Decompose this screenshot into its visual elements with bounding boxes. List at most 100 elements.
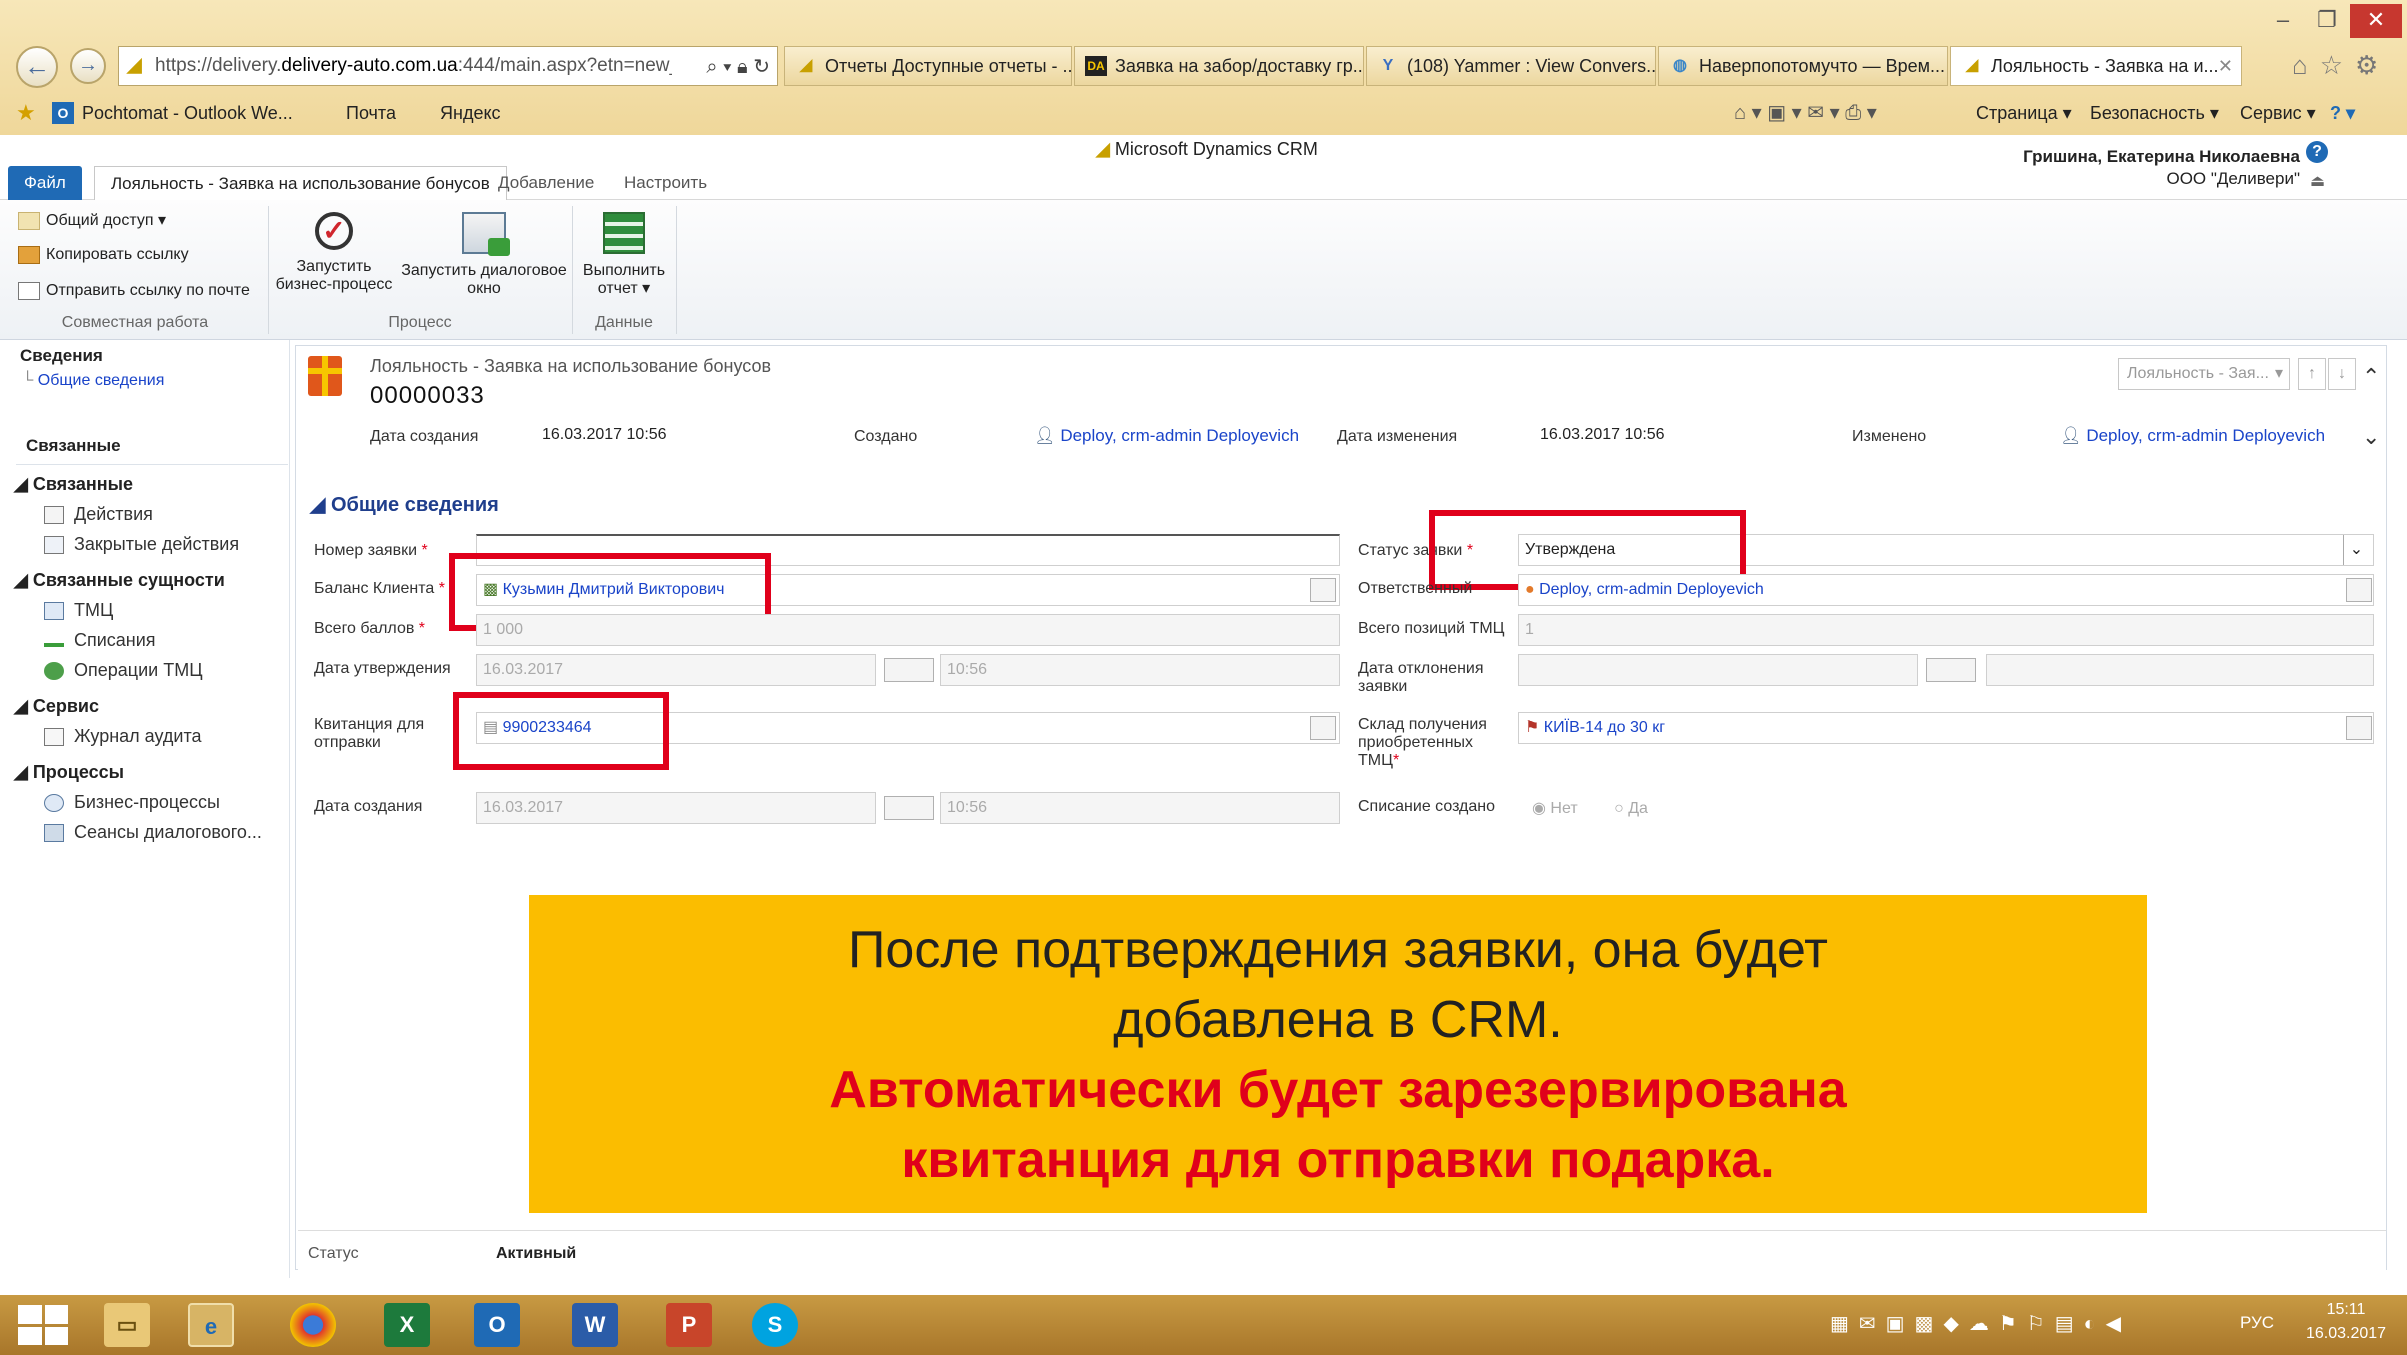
forward-icon[interactable]: →: [70, 48, 106, 84]
collapse-header-icon[interactable]: ⌃: [2362, 364, 2380, 390]
language-indicator[interactable]: РУС: [2240, 1313, 2274, 1333]
user-icon: 👤︎: [2060, 426, 2087, 445]
help-icon[interactable]: ? ▾: [2330, 92, 2355, 134]
tray-icons[interactable]: ▦✉▣▩◆☁⚑⚐▤◐◀: [1830, 1311, 2131, 1336]
crm-icon: ◢: [799, 57, 813, 74]
tab-file[interactable]: Файл: [8, 166, 82, 200]
nav-section-service[interactable]: ◢ Сервис: [14, 696, 99, 717]
radio-no[interactable]: ◉ Нет: [1532, 800, 1578, 817]
gear-icon[interactable]: ⚙: [2355, 50, 2390, 80]
nav-general[interactable]: └ Общие сведения: [22, 372, 164, 390]
ie-icon[interactable]: e: [188, 1303, 234, 1347]
tools-menu[interactable]: Сервис ▾: [2240, 92, 2316, 134]
browser-tab[interactable]: Y (108) Yammer : View Convers...: [1366, 46, 1656, 86]
run-business-process-button[interactable]: ✓ Запустить бизнес-процесс: [272, 212, 396, 294]
tab-insert[interactable]: Добавление: [482, 166, 610, 200]
radio-yes[interactable]: ○ Да: [1614, 800, 1648, 817]
expand-header-icon[interactable]: ⌄: [2362, 424, 2380, 450]
nav-item-closed-activities[interactable]: Закрытые действия: [44, 534, 239, 555]
star-icon[interactable]: ☆: [2320, 50, 2355, 80]
share-button[interactable]: Общий доступ ▾: [18, 210, 166, 230]
modified-by-link[interactable]: 👤︎ Deploy, crm-admin Deployevich: [2060, 426, 2325, 446]
globe-icon: ◍: [1673, 57, 1687, 74]
home-icon[interactable]: ⌂: [2292, 50, 2320, 80]
activities-icon: [44, 506, 64, 525]
refresh-icon[interactable]: ↻: [753, 56, 770, 78]
run-dialog-button[interactable]: Запустить диалоговое окно: [400, 212, 568, 298]
nav-item-dialog-sessions[interactable]: Сеансы диалогового...: [44, 822, 262, 843]
browser-chrome: – ❐ ✕ ← → ◢ https://delivery.delivery-au…: [0, 0, 2407, 135]
gift-icon: [308, 356, 342, 396]
lookup-icon[interactable]: [1310, 716, 1336, 740]
powerpoint-icon[interactable]: P: [666, 1303, 712, 1347]
explorer-icon[interactable]: ▭: [104, 1303, 150, 1347]
created-date-field: 16.03.2017: [476, 792, 876, 824]
entity-name: Лояльность - Заявка на использование бон…: [370, 356, 772, 376]
nav-item-tmc[interactable]: ТМЦ: [44, 600, 113, 621]
tab-customize[interactable]: Настроить: [608, 166, 723, 200]
points-label: Всего баллов *: [314, 620, 426, 637]
group-collaborate: Совместная работа: [61, 314, 209, 331]
taskbar: ▭ e X O W P S ▦✉▣▩◆☁⚑⚐▤◐◀ РУС 15:11 16.0…: [0, 1295, 2407, 1355]
created-on-label: Дата создания: [370, 428, 479, 445]
nav-section-related[interactable]: ◢ Связанные: [14, 474, 133, 495]
close-window-icon[interactable]: ✕: [2350, 4, 2402, 38]
search-icon[interactable]: ⌕: [706, 56, 717, 78]
copy-link-icon: [18, 246, 40, 264]
nav-item-audit[interactable]: Журнал аудита: [44, 726, 202, 747]
lookup-icon[interactable]: [2346, 578, 2372, 602]
owner-field[interactable]: ● Deploy, crm-admin Deployevich: [1518, 574, 2374, 606]
favorite-link[interactable]: Яндекс: [440, 92, 501, 134]
restore-icon[interactable]: ❐: [2306, 4, 2348, 38]
tab-close-icon[interactable]: ✕: [2218, 47, 2233, 85]
nav-item-business-processes[interactable]: Бизнес-процессы: [44, 792, 220, 813]
operations-icon: [44, 662, 64, 681]
skype-icon[interactable]: S: [752, 1303, 798, 1347]
nav-item-activities[interactable]: Действия: [44, 504, 153, 525]
browser-tab-active[interactable]: ◢ Лояльность - Заявка на и... ✕: [1950, 46, 2242, 86]
page-menu[interactable]: Страница ▾: [1976, 92, 2072, 134]
eject-icon[interactable]: ⏏: [2310, 171, 2325, 191]
group-data: Данные: [595, 314, 653, 331]
nav-item-tmc-operations[interactable]: Операции ТМЦ: [44, 660, 203, 681]
warehouse-field[interactable]: ⚑ КИЇВ-14 до 30 кг: [1518, 712, 2374, 744]
copy-link-button[interactable]: Копировать ссылку: [18, 246, 189, 264]
minimize-icon[interactable]: –: [2262, 4, 2304, 38]
outlook-icon[interactable]: O: [474, 1303, 520, 1347]
favorite-link[interactable]: Pochtomat - Outlook We...: [82, 92, 293, 134]
clock-time[interactable]: 15:11: [2296, 1301, 2396, 1319]
next-record-icon[interactable]: ↓: [2328, 358, 2356, 390]
status-bar-value: Активный: [496, 1245, 577, 1262]
tab-loyalty[interactable]: Лояльность - Заявка на использование бон…: [94, 166, 507, 200]
user-icon: ●: [1525, 581, 1540, 598]
run-report-button[interactable]: Выполнить отчет ▾: [578, 212, 670, 298]
crm-logo-icon: ◢: [1096, 139, 1115, 159]
nav-section-processes[interactable]: ◢ Процессы: [14, 762, 124, 783]
lookup-icon[interactable]: [1310, 578, 1336, 602]
start-icon[interactable]: [18, 1305, 68, 1345]
nav-item-writeoffs[interactable]: Списания: [44, 630, 156, 651]
email-link-button[interactable]: Отправить ссылку по почте: [18, 282, 250, 300]
back-icon[interactable]: ←: [16, 46, 58, 88]
user-name[interactable]: Гришина, Екатерина Николаевна: [1960, 147, 2300, 167]
crm-favicon-icon: ◢: [127, 55, 142, 76]
favorite-link[interactable]: Почта: [346, 92, 396, 134]
favorites-star-icon[interactable]: ★: [16, 92, 36, 134]
security-menu[interactable]: Безопасность ▾: [2090, 92, 2219, 134]
word-icon[interactable]: W: [572, 1303, 618, 1347]
section-general[interactable]: ◢ Общие сведения: [310, 492, 499, 517]
chrome-icon[interactable]: [290, 1303, 336, 1347]
browser-tab[interactable]: DA Заявка на забор/доставку гр...: [1074, 46, 1364, 86]
crm-help-icon[interactable]: ?: [2306, 141, 2328, 163]
browser-tab[interactable]: ◢ Отчеты Доступные отчеты - ...: [784, 46, 1072, 86]
clock-date[interactable]: 16.03.2017: [2296, 1325, 2396, 1343]
browser-tab[interactable]: ◍ Наверпопотомучто — Врем...: [1658, 46, 1948, 86]
nav-section-entities[interactable]: ◢ Связанные сущности: [14, 570, 225, 591]
prev-record-icon[interactable]: ↑: [2298, 358, 2326, 390]
form-selector[interactable]: Лояльность - Зая... ▾: [2118, 358, 2290, 390]
url-prefix: https://delivery.: [155, 55, 282, 76]
command-bar-icons[interactable]: ⌂ ▾ ▣ ▾ ✉ ▾ ⎙ ▾: [1734, 92, 1877, 134]
lookup-icon[interactable]: [2346, 716, 2372, 740]
excel-icon[interactable]: X: [384, 1303, 430, 1347]
created-by-link[interactable]: 👤︎ Deploy, crm-admin Deployevich: [1034, 426, 1299, 446]
